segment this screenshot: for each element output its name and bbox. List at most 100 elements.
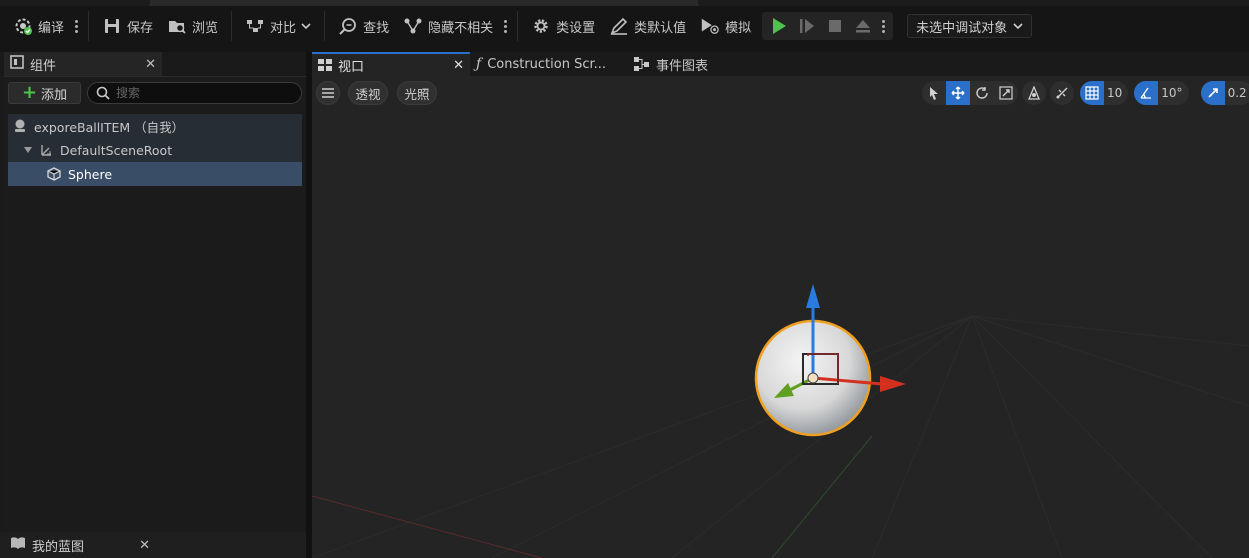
- component-search[interactable]: [87, 82, 302, 104]
- toolbar-divider: [324, 11, 326, 41]
- tree-item-self[interactable]: exporeBallITEM （自我）: [8, 114, 302, 138]
- rotate-tool-icon[interactable]: [970, 81, 994, 105]
- event-graph-icon: [634, 57, 649, 71]
- close-icon[interactable]: ✕: [139, 538, 150, 553]
- scene-component-icon: [41, 145, 51, 156]
- class-defaults-button[interactable]: 类默认值: [602, 12, 693, 40]
- editor-tab-bar: 视口 ✕ ƒ Construction Scr... 事件图表: [312, 52, 1249, 76]
- scale-snap-value[interactable]: 0.2: [1225, 86, 1249, 100]
- find-label: 查找: [363, 20, 390, 36]
- book-icon: [10, 536, 26, 554]
- viewport-options-button[interactable]: [316, 81, 340, 105]
- toolbar-divider: [231, 11, 233, 41]
- close-icon[interactable]: ✕: [453, 58, 464, 73]
- rotation-snap-group: 10°: [1134, 81, 1189, 105]
- lighting-label: 光照: [404, 86, 430, 102]
- tree-item-label: Sphere: [68, 166, 113, 182]
- select-tool-icon[interactable]: [922, 81, 946, 105]
- toolbar-divider: [517, 11, 519, 41]
- viewport-scene: [312, 284, 1249, 558]
- browse-label: 浏览: [192, 20, 219, 36]
- component-tree: exporeBallITEM （自我） DefaultSceneRoot Sph…: [8, 114, 302, 186]
- lighting-button[interactable]: 光照: [397, 81, 437, 105]
- tab-my-blueprint[interactable]: 我的蓝图 ✕: [0, 532, 306, 558]
- grid-snap-icon[interactable]: [1080, 81, 1104, 105]
- find-button[interactable]: 查找: [331, 12, 396, 40]
- toolbar-divider: [88, 11, 90, 41]
- debug-object-label: 未选中调试对象: [916, 20, 1008, 36]
- compile-button[interactable]: 编译: [6, 12, 71, 40]
- function-icon: ƒ: [476, 56, 482, 72]
- gear-icon: [531, 16, 551, 36]
- tree-item-default-scene-root[interactable]: DefaultSceneRoot: [8, 138, 302, 162]
- scale-snap-icon[interactable]: [1200, 81, 1225, 105]
- add-label: 添加: [41, 87, 68, 103]
- expand-arrow-icon[interactable]: [24, 147, 32, 153]
- hide-unrelated-options-icon[interactable]: [500, 16, 511, 36]
- my-blueprint-title: 我的蓝图: [32, 539, 85, 555]
- step-forward-icon[interactable]: [794, 14, 820, 38]
- tab-event-graph-label: 事件图表: [656, 58, 709, 74]
- tree-item-sphere[interactable]: Sphere: [8, 162, 302, 186]
- simulate-button[interactable]: 模拟: [693, 12, 758, 40]
- transform-mode-group: [922, 81, 1018, 105]
- level-viewport[interactable]: 透视 光照 10 10° 0.2: [312, 76, 1249, 558]
- find-icon: [338, 16, 358, 36]
- chevron-down-icon: [301, 23, 311, 30]
- eject-icon[interactable]: [850, 14, 876, 38]
- play-options-icon[interactable]: [878, 16, 889, 36]
- search-input[interactable]: [116, 86, 276, 100]
- compile-label: 编译: [38, 20, 65, 36]
- world-space-icon[interactable]: [1022, 81, 1046, 105]
- add-search-row: + 添加: [8, 82, 302, 104]
- save-icon: [102, 16, 122, 36]
- play-icon[interactable]: [766, 14, 792, 38]
- translate-tool-icon[interactable]: [946, 81, 970, 105]
- plus-icon: +: [21, 82, 38, 103]
- add-component-button[interactable]: + 添加: [8, 82, 81, 104]
- hide-unrelated-button[interactable]: 隐藏不相关: [396, 12, 500, 40]
- surface-snapping-icon[interactable]: [1050, 81, 1074, 105]
- class-settings-button[interactable]: 类设置: [524, 12, 602, 40]
- close-icon[interactable]: ✕: [145, 57, 156, 72]
- tab-construction-script[interactable]: ƒ Construction Scr...: [470, 52, 628, 76]
- browse-icon: [167, 16, 187, 36]
- compile-options-icon[interactable]: [71, 16, 82, 36]
- save-button[interactable]: 保存: [95, 12, 160, 40]
- viewport-toolbar: 透视 光照 10 10° 0.2: [312, 76, 1249, 108]
- diff-label: 对比: [270, 20, 297, 36]
- debug-object-select[interactable]: 未选中调试对象: [907, 14, 1033, 38]
- hide-unrelated-label: 隐藏不相关: [428, 20, 494, 36]
- browse-button[interactable]: 浏览: [160, 12, 225, 40]
- hamburger-icon: [322, 88, 334, 98]
- search-icon: [96, 86, 110, 100]
- diff-icon: [245, 16, 265, 36]
- rotation-snap-icon[interactable]: [1134, 81, 1159, 105]
- grid-snap-group: 10: [1080, 81, 1129, 105]
- tab-viewport-label: 视口: [338, 59, 365, 75]
- stop-icon[interactable]: [822, 14, 848, 38]
- tab-event-graph[interactable]: 事件图表: [628, 52, 714, 76]
- rotation-snap-value[interactable]: 10°: [1158, 86, 1188, 100]
- surface-snap-group: [1050, 81, 1074, 105]
- viewport-icon: [318, 59, 332, 71]
- tab-construction-script-label: Construction Scr...: [487, 56, 607, 72]
- tab-components[interactable]: 组件 ✕: [4, 52, 162, 76]
- compile-status-icon: [13, 16, 33, 36]
- scale-tool-icon[interactable]: [994, 81, 1018, 105]
- hide-unrelated-icon: [403, 16, 423, 36]
- components-panel: 组件 ✕ + 添加 exporeBallITEM （自我） DefaultSce…: [0, 52, 306, 558]
- chevron-down-icon: [1013, 23, 1023, 30]
- x-axis-line: [312, 495, 543, 558]
- static-mesh-icon: [47, 167, 61, 181]
- tree-item-label: exporeBallITEM （自我）: [34, 119, 185, 135]
- diff-dropdown[interactable]: 对比: [238, 12, 318, 40]
- grid-snap-value[interactable]: 10: [1104, 86, 1128, 100]
- components-panel-body: + 添加 exporeBallITEM （自我） DefaultSceneRoo…: [4, 76, 306, 530]
- tab-viewport[interactable]: 视口 ✕: [312, 52, 470, 76]
- perspective-label: 透视: [355, 86, 381, 102]
- simulate-icon: [700, 16, 720, 36]
- perspective-button[interactable]: 透视: [348, 81, 388, 105]
- scale-snap-group: 0.2: [1200, 81, 1249, 105]
- class-defaults-icon: [609, 16, 629, 36]
